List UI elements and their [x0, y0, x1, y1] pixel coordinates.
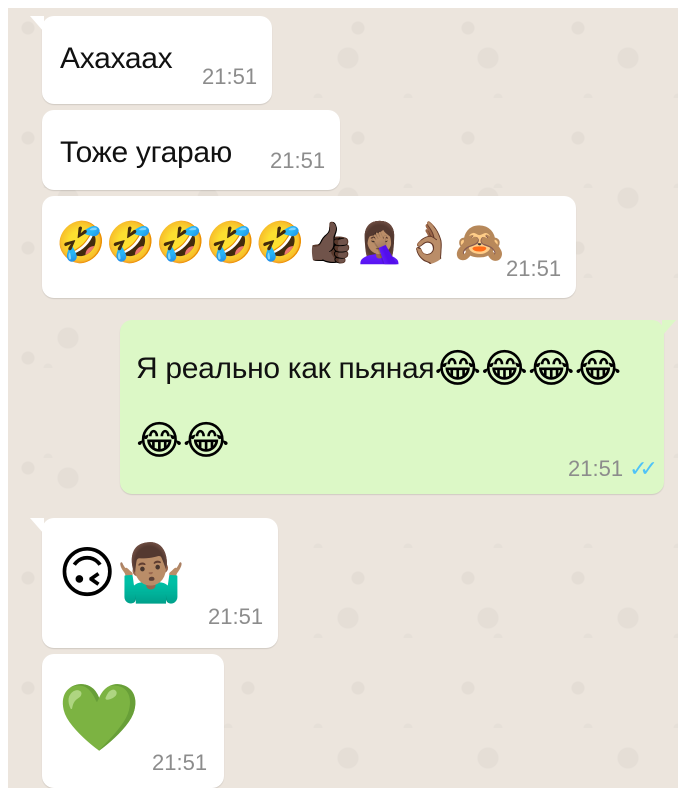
emoji-row: 💚: [58, 680, 140, 756]
rofl-emoji: 🤣: [155, 220, 206, 266]
double-check-icon: ✓✓: [629, 456, 658, 481]
message-time: 21:51: [568, 456, 624, 481]
message-bubble-incoming[interactable]: Тоже угараю 21:51: [42, 110, 340, 190]
message-time: 21:51: [202, 64, 258, 89]
joy-emoji: 😂: [574, 346, 622, 392]
message-bubble-incoming[interactable]: 🤣🤣🤣🤣🤣👍🏿🤦🏽‍♀️👌🏽🙈 21:51: [42, 196, 576, 298]
message-time: 21:51: [506, 256, 562, 281]
message-bubble-incoming[interactable]: Ахахаах 21:51: [30, 16, 272, 104]
joy-emoji: 😂: [434, 346, 482, 392]
thumbs-up-emoji: 👍🏿: [305, 220, 355, 266]
message-line-1: Я реально как пьяная😂😂😂😂: [136, 342, 621, 394]
message-text: Тоже угараю: [60, 136, 232, 169]
rofl-emoji: 🤣: [255, 220, 306, 266]
message-bubble-incoming[interactable]: 💚 21:51: [42, 654, 224, 788]
joy-emoji: 😂: [182, 418, 230, 464]
facepalm-emoji: 🤦🏽‍♀️: [354, 220, 405, 266]
message-time: 21:51: [152, 750, 208, 775]
message-time: 21:51: [270, 148, 326, 173]
message-time-status: 21:51 ✓✓: [568, 456, 658, 482]
chat-conversation: Ахахаах 21:51 Тоже угараю 21:51 🤣🤣🤣🤣🤣👍🏿🤦…: [8, 8, 678, 788]
message-text: Ахахаах: [60, 42, 173, 75]
ok-hand-emoji: 👌🏽: [404, 220, 455, 266]
rofl-emoji: 🤣: [56, 220, 106, 266]
see-no-evil-monkey-emoji: 🙈: [454, 220, 505, 266]
rofl-emoji: 🤣: [205, 220, 256, 266]
green-heart-emoji: 💚: [58, 679, 141, 756]
joy-emoji: 😂: [136, 418, 183, 464]
upside-down-face-emoji: 🙃: [58, 541, 117, 606]
joy-emoji: 😂: [527, 346, 575, 392]
joy-emoji: 😂: [481, 346, 528, 392]
message-bubble-incoming[interactable]: 🙃🤷🏽‍♂️ 21:51: [30, 518, 278, 648]
message-line-2: 😂😂: [136, 416, 230, 466]
message-bubble-outgoing[interactable]: Я реально как пьяная😂😂😂😂 😂😂 21:51 ✓✓: [120, 320, 676, 494]
shrug-emoji: 🤷🏽‍♂️: [116, 541, 187, 606]
emoji-row: 🤣🤣🤣🤣🤣👍🏿🤦🏽‍♀️👌🏽🙈: [56, 218, 504, 268]
message-time: 21:51: [208, 604, 264, 629]
message-text: Я реально как пьяная: [136, 352, 435, 385]
emoji-row: 🙃🤷🏽‍♂️: [58, 542, 186, 606]
rofl-emoji: 🤣: [105, 220, 156, 266]
